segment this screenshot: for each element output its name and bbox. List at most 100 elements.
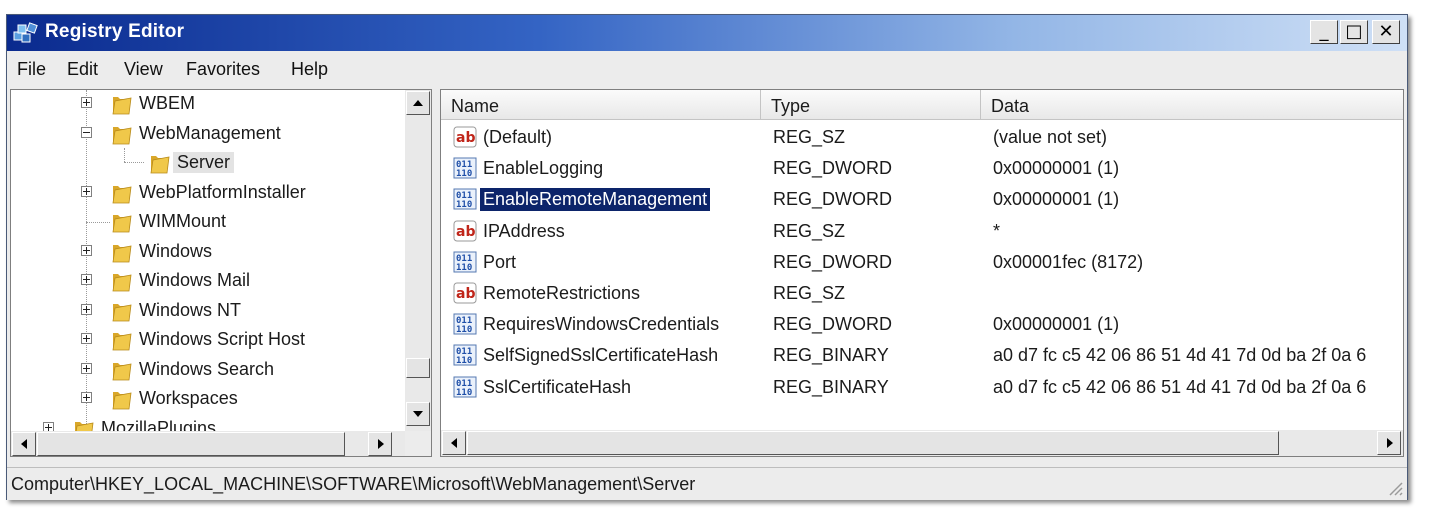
svg-text:110: 110 [456, 200, 472, 210]
value-name: SslCertificateHash [483, 376, 632, 397]
values-list-pane[interactable]: Name Type Data ab (Default) REG_SZ (value n… [440, 89, 1404, 457]
value-data: 0x00000001 (1) [993, 314, 1120, 335]
menu-help[interactable]: Help [291, 59, 328, 80]
close-button[interactable]: ✕ [1372, 20, 1400, 44]
folder-icon [112, 333, 132, 351]
tree-node[interactable]: Windows Search [11, 356, 403, 385]
tree-node[interactable]: Windows NT [11, 297, 403, 326]
list-item[interactable]: ab (Default) REG_SZ (value not set) [441, 122, 1401, 153]
tree-horizontal-scroll-thumb[interactable] [37, 432, 345, 456]
value-data: * [993, 220, 1001, 241]
tree-node-label: Server [173, 152, 235, 173]
menu-file[interactable]: File [17, 59, 46, 80]
scrollbar-corner [405, 431, 431, 456]
binary-value-icon: 011110 [453, 344, 477, 366]
folder-icon [112, 392, 132, 410]
expand-icon[interactable] [81, 185, 92, 197]
column-header-data[interactable]: Data [981, 90, 1403, 120]
menu-view[interactable]: View [124, 59, 163, 80]
maximize-button[interactable]: □ [1340, 20, 1368, 44]
list-scroll-right-button[interactable] [1377, 431, 1401, 455]
menu-edit[interactable]: Edit [67, 59, 98, 80]
value-type: REG_BINARY [773, 376, 889, 397]
list-item[interactable]: 011 110 EnableLogging REG_DWORD 0x00000001 (… [441, 153, 1401, 184]
list-item[interactable]: ab RemoteRestrictions REG_SZ [441, 278, 1401, 309]
value-type: REG_SZ [773, 283, 846, 303]
svg-text:ab: ab [456, 130, 475, 146]
resize-grip-icon[interactable] [1385, 478, 1403, 496]
minimize-button[interactable]: _ [1310, 20, 1338, 44]
arrow-right-icon [1387, 438, 1393, 448]
tree-node[interactable]: Server [11, 149, 403, 178]
arrow-left-icon [21, 439, 27, 449]
svg-text:ab: ab [456, 224, 475, 240]
registry-cubes-icon [13, 22, 38, 43]
column-header-type[interactable]: Type [761, 90, 981, 120]
value-name: (Default) [483, 127, 553, 147]
string-value-icon: ab [453, 126, 477, 148]
list-item[interactable]: 011 110 Port REG_DWORD 0x00001fec (8172) [441, 247, 1401, 278]
expand-icon[interactable] [81, 274, 92, 285]
value-data: (value not set) [993, 127, 1108, 147]
folder-icon [112, 185, 132, 203]
tree-node-label: WebPlatformInstaller [139, 181, 306, 202]
tree-scroll-right-button[interactable] [368, 432, 392, 456]
tree-scroll-down-button[interactable] [406, 402, 430, 426]
minimize-icon: _ [1319, 21, 1329, 42]
value-data: a0 d7 fc c5 42 06 86 51 4d 41 7d 0d ba 2… [993, 345, 1367, 366]
svg-text:110: 110 [456, 169, 472, 179]
expand-icon[interactable] [81, 97, 92, 108]
title-bar[interactable]: Registry Editor _ □ ✕ [7, 15, 1407, 51]
value-data: 0x00001fec (8172) [993, 251, 1144, 272]
folder-icon [112, 362, 132, 380]
tree-node[interactable]: Windows [11, 238, 403, 267]
tree-node[interactable]: Windows Script Host [11, 326, 403, 355]
collapse-icon[interactable] [81, 126, 92, 138]
tree-node[interactable]: WIMMount [11, 208, 403, 237]
tree-node[interactable]: WebManagement [11, 120, 403, 149]
value-name: EnableLogging [483, 158, 604, 179]
tree-node-label: Windows NT [139, 299, 242, 320]
string-value-icon: ab [453, 282, 477, 304]
value-data: a0 d7 fc c5 42 06 86 51 4d 41 7d 0d ba 2… [993, 376, 1367, 397]
folder-icon [112, 215, 132, 233]
binary-value-icon: 011110 [453, 376, 477, 398]
expand-icon[interactable] [81, 303, 92, 315]
list-item[interactable]: 011 110 RequiresWindowsCredentials REG_DWOR… [441, 309, 1401, 340]
list-item[interactable]: 011 110 SslCertificateHash REG_BINARY a0 d7 … [441, 372, 1401, 403]
tree-scroll-left-button[interactable] [12, 432, 36, 456]
tree-node[interactable]: WebPlatformInstaller [11, 179, 403, 208]
key-tree-pane[interactable]: WBEM WebManagement Server WebPlatformInstal… [10, 89, 432, 457]
expand-icon[interactable] [81, 333, 92, 344]
svg-text:110: 110 [456, 356, 472, 366]
binary-value-icon: 011110 [453, 188, 477, 210]
list-item[interactable]: 011 110 EnableRemoteManagement REG_DWORD 0x0… [441, 184, 1401, 215]
list-item[interactable]: 011 110 SelfSignedSslCertificateHash REG_BI… [441, 340, 1401, 371]
expand-icon[interactable] [81, 362, 92, 374]
expand-icon[interactable] [81, 244, 92, 256]
tree-node-label: Windows [139, 240, 213, 261]
svg-text:ab: ab [456, 286, 475, 302]
list-horizontal-scroll-thumb[interactable] [467, 431, 1279, 455]
arrow-up-icon [413, 100, 423, 106]
list-item[interactable]: ab IPAddress REG_SZ * [441, 216, 1401, 247]
value-type: REG_BINARY [773, 345, 889, 366]
registry-editor-window: Registry Editor _ □ ✕ File Edit View Fav… [6, 14, 1408, 500]
value-name: RemoteRestrictions [483, 283, 641, 303]
tree-node[interactable]: WBEM [11, 90, 403, 119]
expand-icon[interactable] [81, 392, 92, 403]
tree-scroll-up-button[interactable] [406, 91, 430, 115]
menu-favorites[interactable]: Favorites [186, 59, 260, 80]
tree-node[interactable]: Windows Mail [11, 267, 403, 296]
menu-bar: File Edit View Favorites Help [7, 53, 1407, 83]
value-type: REG_DWORD [773, 189, 893, 210]
tree-node[interactable]: Workspaces [11, 385, 403, 414]
folder-icon [112, 244, 132, 262]
value-name: SelfSignedSslCertificateHash [483, 345, 719, 366]
tree-vertical-scroll-thumb[interactable] [406, 358, 430, 378]
folder-icon [150, 156, 170, 174]
value-name: EnableRemoteManagement [480, 188, 711, 212]
column-header-name[interactable]: Name [441, 90, 761, 120]
tree-vertical-scrollbar[interactable] [405, 90, 431, 432]
list-scroll-left-button[interactable] [442, 431, 466, 455]
